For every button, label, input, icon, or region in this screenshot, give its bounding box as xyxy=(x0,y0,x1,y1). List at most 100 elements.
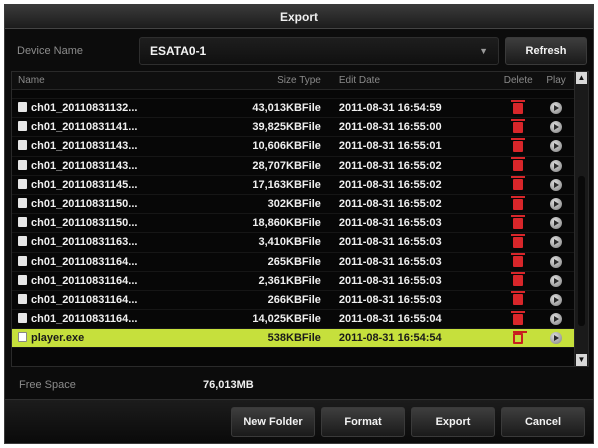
table-row[interactable]: ch01_20110831164... 266KBFile 2011-08-31 1… xyxy=(12,291,574,311)
scroll-up-arrow-icon[interactable]: ▲ xyxy=(576,72,587,84)
file-size-cell: 265KBFile xyxy=(193,256,329,268)
scrollbar[interactable]: ▲ ▼ xyxy=(574,72,588,366)
file-date: 2011-08-31 16:55:02 xyxy=(338,178,442,191)
new-folder-button[interactable]: New Folder xyxy=(231,406,315,437)
trash-icon[interactable] xyxy=(511,99,526,114)
file-date: 2011-08-31 16:55:03 xyxy=(338,236,442,249)
trash-icon[interactable] xyxy=(511,233,526,248)
trash-icon[interactable] xyxy=(511,272,526,287)
file-type: File xyxy=(301,198,321,211)
delete-cell xyxy=(498,310,538,325)
trash-icon[interactable] xyxy=(511,291,526,306)
table-row[interactable]: ch01_20110831164... 2,361KBFile 2011-08-31… xyxy=(12,272,574,291)
trash-icon[interactable] xyxy=(513,330,528,344)
play-icon[interactable] xyxy=(550,178,563,191)
cancel-button[interactable]: Cancel xyxy=(501,406,585,437)
file-name: ch01_20110831141... xyxy=(31,121,138,134)
file-type: File xyxy=(301,159,321,172)
file-type: File xyxy=(301,293,321,306)
play-icon[interactable] xyxy=(550,159,563,172)
table-row[interactable]: ch01_20110831150... 18,860KBFile 2011-08-3… xyxy=(12,214,574,234)
delete-cell xyxy=(498,330,538,344)
device-name-label: Device Name xyxy=(17,45,84,57)
table-row[interactable]: ch01_20110831143... 28,707KBFile 2011-08-3… xyxy=(12,157,574,176)
play-icon[interactable] xyxy=(550,313,563,326)
file-type: File xyxy=(301,332,321,345)
table-row[interactable]: player.exe 538KBFile 2011-08-31 16:54:54 xyxy=(12,329,574,349)
device-row: Device Name ESATA0-1 ▼ Refresh xyxy=(11,35,587,67)
header-name: Name xyxy=(18,75,45,86)
play-icon[interactable] xyxy=(550,140,563,153)
play-icon[interactable] xyxy=(550,198,563,211)
table-row[interactable]: ch01_20110831141... 39,825KBFile 2011-08-3… xyxy=(12,118,574,138)
play-cell xyxy=(538,198,574,211)
device-name-dropdown[interactable]: ESATA0-1 ▼ xyxy=(139,37,499,65)
trash-icon[interactable] xyxy=(511,157,526,172)
file-date: 2011-08-31 16:54:59 xyxy=(338,102,442,115)
file-date: 2011-08-31 16:55:02 xyxy=(338,198,442,211)
table-row[interactable]: ch01_20110831164... 265KBFile 2011-08-31 1… xyxy=(12,253,574,272)
device-name-value: ESATA0-1 xyxy=(150,44,207,58)
file-name: ch01_20110831143... xyxy=(31,140,138,153)
file-name-cell: ch01_20110831145... xyxy=(12,178,193,191)
file-table: Name Size Type Edit Date Delete Play ch0… xyxy=(11,71,589,367)
free-space-label: Free Space xyxy=(19,379,76,391)
table-row[interactable]: ch01_20110831164... 14,025KBFile 2011-08-3… xyxy=(12,310,574,330)
play-icon[interactable] xyxy=(550,217,563,230)
scroll-down-arrow-icon[interactable]: ▼ xyxy=(576,354,587,366)
file-name-cell: ch01_20110831141... xyxy=(12,121,193,133)
file-size-cell: 302KBFile xyxy=(193,198,329,210)
footer-bar: New Folder Format Export Cancel xyxy=(5,399,593,443)
file-date: 2011-08-31 16:55:03 xyxy=(338,255,442,268)
file-type: File xyxy=(301,274,321,287)
play-icon[interactable] xyxy=(550,102,563,115)
trash-icon[interactable] xyxy=(511,137,526,152)
trash-icon[interactable] xyxy=(511,214,526,229)
file-icon xyxy=(18,274,27,285)
trash-icon[interactable] xyxy=(511,118,526,133)
header-size-type: Size Type xyxy=(277,75,321,86)
trash-icon[interactable] xyxy=(511,176,526,191)
file-size-cell: 3,410KBFile xyxy=(193,236,329,248)
play-icon[interactable] xyxy=(550,236,563,249)
file-name: player.exe xyxy=(31,332,85,345)
trash-icon[interactable] xyxy=(511,253,526,268)
file-size-cell: 538KBFile xyxy=(193,332,329,344)
table-row[interactable]: ch01_20110831143... 10,606KBFile 2011-08-3… xyxy=(12,137,574,157)
refresh-button[interactable]: Refresh xyxy=(505,37,587,65)
file-size-cell: 2,361KBFile xyxy=(193,275,329,287)
trash-icon[interactable] xyxy=(511,310,526,325)
format-button[interactable]: Format xyxy=(321,406,405,437)
table-row[interactable]: ch01_20110831150... 302KBFile 2011-08-31 1… xyxy=(12,195,574,215)
file-size-cell: 266KBFile xyxy=(193,294,329,306)
delete-cell xyxy=(498,214,538,229)
delete-cell xyxy=(498,137,538,152)
file-name-cell: player.exe xyxy=(12,332,193,344)
export-button[interactable]: Export xyxy=(411,406,495,437)
play-icon[interactable] xyxy=(550,274,563,287)
file-name-cell: ch01_20110831132... xyxy=(12,102,193,114)
file-size: 39,825KB xyxy=(252,121,302,134)
chevron-down-icon: ▼ xyxy=(479,46,488,56)
file-icon xyxy=(18,102,27,113)
file-date: 2011-08-31 16:55:01 xyxy=(338,140,442,153)
file-size-cell: 28,707KBFile xyxy=(193,160,329,172)
file-size: 10,606KB xyxy=(252,140,302,153)
table-row-partial[interactable] xyxy=(12,90,574,99)
play-cell xyxy=(538,159,574,172)
table-row[interactable]: ch01_20110831132... 43,013KBFile 2011-08-3… xyxy=(12,99,574,119)
play-icon[interactable] xyxy=(550,255,563,268)
file-icon xyxy=(18,293,27,304)
play-icon[interactable] xyxy=(550,293,563,306)
file-type: File xyxy=(301,236,321,249)
file-date: 2011-08-31 16:55:03 xyxy=(338,274,442,287)
table-row[interactable]: ch01_20110831145... 17,163KBFile 2011-08-3… xyxy=(12,176,574,195)
table-row[interactable]: ch01_20110831163... 3,410KBFile 2011-08-31… xyxy=(12,233,574,253)
play-cell xyxy=(538,178,574,191)
file-name-cell: ch01_20110831150... xyxy=(12,217,193,229)
scroll-thumb[interactable] xyxy=(578,176,585,326)
play-icon[interactable] xyxy=(550,332,563,345)
trash-icon[interactable] xyxy=(511,195,526,210)
file-size: 266KB xyxy=(267,293,302,306)
play-icon[interactable] xyxy=(550,121,563,134)
